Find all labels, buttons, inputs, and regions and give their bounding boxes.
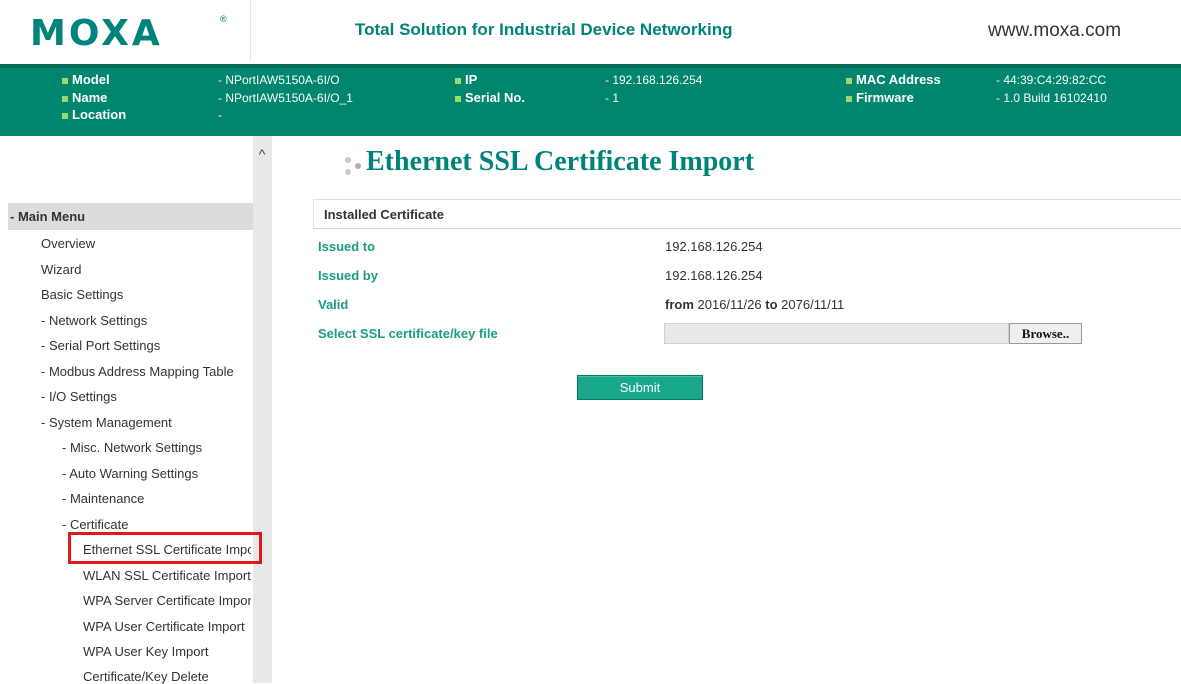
firmware-value: - 1.0 Build 16102410 <box>996 91 1107 105</box>
bullet-icon <box>846 95 852 102</box>
mac-label: MAC Address <box>846 72 941 87</box>
menu-auto-warning[interactable]: - Auto Warning Settings <box>62 466 251 481</box>
serial-label: Serial No. <box>455 90 525 105</box>
location-value: - <box>218 108 222 122</box>
menu-wpa-user-cert-import[interactable]: WPA User Certificate Import <box>83 619 251 634</box>
browse-button[interactable]: Browse.. <box>1009 323 1082 344</box>
menu-certificate[interactable]: - Certificate <box>62 517 251 532</box>
firmware-label-text: Firmware <box>856 90 914 105</box>
main-menu-header[interactable]: - Main Menu <box>8 203 253 230</box>
bullet-icon <box>846 77 852 84</box>
registered-mark: ® <box>220 14 227 24</box>
valid-from-date: 2016/11/26 <box>697 297 762 312</box>
menu-misc-network[interactable]: - Misc. Network Settings <box>62 440 251 455</box>
menu-network-settings[interactable]: - Network Settings <box>41 313 251 328</box>
firmware-label: Firmware <box>846 90 914 105</box>
top-header: MOXA ® Total Solution for Industrial Dev… <box>0 0 1181 64</box>
ip-value: - 192.168.126.254 <box>605 73 703 87</box>
name-value: - NPortIAW5150A-6I/O_1 <box>218 91 353 105</box>
moxa-logo[interactable]: MOXA <box>30 13 163 54</box>
name-label-text: Name <box>72 90 108 105</box>
logo-area: MOXA ® <box>0 0 251 62</box>
menu-wpa-server-import[interactable]: WPA Server Certificate Import <box>83 593 251 608</box>
menu-basic-settings[interactable]: Basic Settings <box>41 287 251 302</box>
title-dots-icon <box>345 157 361 175</box>
menu-system-management[interactable]: - System Management <box>41 415 251 430</box>
menu-wpa-user-key-import[interactable]: WPA User Key Import <box>83 644 251 659</box>
name-label: Name <box>62 90 107 105</box>
valid-from-word: from <box>665 297 694 312</box>
menu-cert-key-delete[interactable]: Certificate/Key Delete <box>83 669 251 684</box>
menu-wlan-ssl-import[interactable]: WLAN SSL Certificate Import <box>83 568 251 583</box>
main-menu-label: - Main Menu <box>10 209 86 224</box>
model-value: - NPortIAW5150A-6I/O <box>218 73 340 87</box>
bullet-icon <box>455 95 461 102</box>
mac-label-text: MAC Address <box>856 72 941 87</box>
sidebar-scrollbar[interactable] <box>253 136 272 683</box>
model-label: Model <box>62 72 110 87</box>
menu-wizard[interactable]: Wizard <box>41 262 251 277</box>
issued-by-label: Issued by <box>318 268 378 283</box>
section-header: Installed Certificate <box>313 199 1181 229</box>
ip-label: IP <box>455 72 477 87</box>
valid-value: from 2016/11/26 to 2076/11/11 <box>665 297 844 312</box>
mac-value: - 44:39:C4:29:82:CC <box>996 73 1107 87</box>
bullet-icon <box>62 95 68 102</box>
menu-serial-port-settings[interactable]: - Serial Port Settings <box>41 338 251 353</box>
select-file-label: Select SSL certificate/key file <box>318 326 498 341</box>
valid-to-date: 2076/11/11 <box>781 297 845 312</box>
valid-to-word: to <box>765 297 778 312</box>
submit-button[interactable]: Submit <box>577 375 703 400</box>
page-title: Ethernet SSL Certificate Import <box>366 146 755 177</box>
issued-by-value: 192.168.126.254 <box>665 268 763 283</box>
menu-io-settings[interactable]: - I/O Settings <box>41 389 251 404</box>
location-label-text: Location <box>72 107 127 122</box>
model-label-text: Model <box>72 72 110 87</box>
serial-value: - 1 <box>605 91 620 105</box>
section-title: Installed Certificate <box>324 207 444 222</box>
location-label: Location <box>62 107 126 122</box>
menu-maintenance[interactable]: - Maintenance <box>62 491 251 506</box>
website-url: www.moxa.com <box>988 20 1122 41</box>
bullet-icon <box>62 77 68 84</box>
bullet-icon <box>62 112 68 119</box>
issued-to-label: Issued to <box>318 239 376 254</box>
menu-modbus-mapping[interactable]: - Modbus Address Mapping Table <box>41 364 251 379</box>
scroll-up-icon[interactable]: ^ <box>255 146 269 162</box>
serial-label-text: Serial No. <box>465 90 525 105</box>
issued-to-value: 192.168.126.254 <box>665 239 763 254</box>
ip-label-text: IP <box>465 72 478 87</box>
bullet-icon <box>455 77 461 84</box>
tagline: Total Solution for Industrial Device Net… <box>355 20 733 39</box>
menu-overview[interactable]: Overview <box>41 236 251 251</box>
certificate-file-input[interactable] <box>664 323 1009 344</box>
selection-highlight-box <box>68 532 262 564</box>
valid-label: Valid <box>318 297 349 312</box>
